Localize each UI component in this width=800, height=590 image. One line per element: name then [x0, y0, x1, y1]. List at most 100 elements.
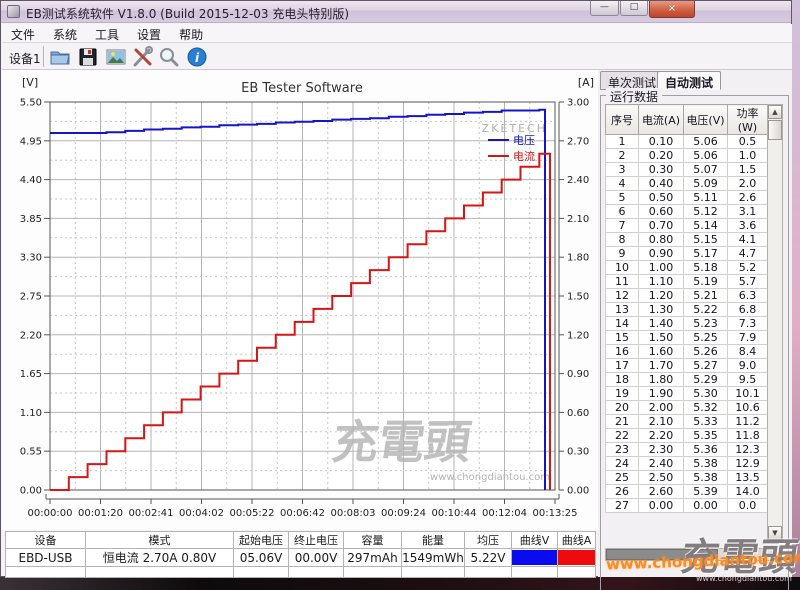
info-icon[interactable]: i	[186, 46, 208, 68]
minimize-button[interactable]: —	[590, 1, 619, 16]
run-table-row[interactable]: 90.905.174.7	[606, 247, 768, 261]
curve-a-cell[interactable]	[558, 549, 596, 567]
horizontal-scrollbar[interactable]	[605, 548, 783, 561]
run-table-row[interactable]: 141.405.237.3	[606, 317, 768, 331]
menu-item-0[interactable]: 文件	[2, 24, 44, 43]
run-table-cell: 13.5	[728, 471, 768, 485]
run-table-cell: 21	[606, 415, 639, 429]
tools-icon[interactable]	[132, 46, 154, 68]
col-avg-voltage: 均压	[465, 532, 512, 549]
horizontal-scrollbar-thumb[interactable]	[606, 549, 718, 560]
run-table-cell: 6	[606, 205, 639, 219]
menu-item-2[interactable]: 工具	[86, 24, 128, 43]
run-table-row[interactable]: 222.205.3511.8	[606, 429, 768, 443]
scroll-up-button[interactable]: ▲	[768, 105, 782, 119]
run-table-row[interactable]: 212.105.3311.2	[606, 415, 768, 429]
run-table-row[interactable]: 151.505.257.9	[606, 331, 768, 345]
run-table-row[interactable]: 270.000.000.0	[606, 499, 768, 513]
summary-empty-row	[6, 567, 596, 578]
run-table-row[interactable]: 70.705.143.6	[606, 219, 768, 233]
start-voltage-value: 05.06V	[234, 549, 289, 567]
svg-text:2.75: 2.75	[20, 292, 42, 303]
svg-text:1.20: 1.20	[567, 330, 589, 341]
run-table-cell: 26	[606, 485, 639, 499]
avg-voltage-value: 5.22V	[465, 549, 512, 567]
menu-item-1[interactable]: 系统	[44, 24, 86, 43]
run-table-cell: 5.11	[684, 191, 728, 205]
run-table-cell: 0.80	[639, 233, 684, 247]
run-table-row[interactable]: 202.005.3210.6	[606, 401, 768, 415]
run-table-row[interactable]: 30.305.071.5	[606, 163, 768, 177]
run-col-header[interactable]: 序号	[606, 105, 639, 135]
run-table-row[interactable]: 121.205.216.3	[606, 289, 768, 303]
toolbar: 设备1	[2, 43, 792, 70]
run-table-row[interactable]: 181.805.299.5	[606, 373, 768, 387]
run-table-cell: 5.38	[684, 457, 728, 471]
run-table-row[interactable]: 262.605.3914.0	[606, 485, 768, 499]
device-tab-label[interactable]: 设备1	[9, 50, 41, 67]
run-table-cell: 5.38	[684, 471, 728, 485]
run-table-header-row: 序号电流(A)电压(V)功率(W)	[606, 105, 768, 135]
run-table-cell: 1	[606, 135, 639, 149]
run-table-row[interactable]: 161.605.268.4	[606, 345, 768, 359]
run-table-cell: 5.36	[684, 443, 728, 457]
run-table-cell: 0.60	[639, 205, 684, 219]
run-table-row[interactable]: 232.305.3612.3	[606, 443, 768, 457]
vertical-scrollbar[interactable]: ▲ ▼	[767, 104, 783, 541]
run-table-cell: 11.2	[728, 415, 768, 429]
svg-text:0.00: 0.00	[567, 486, 589, 497]
app-icon	[7, 5, 20, 18]
run-col-header[interactable]: 电流(A)	[639, 105, 684, 135]
run-table-row[interactable]: 191.905.3010.1	[606, 387, 768, 401]
close-button[interactable]: ×	[649, 1, 695, 18]
run-table-row[interactable]: 10.105.060.5	[606, 135, 768, 149]
run-table-row[interactable]: 20.205.061.0	[606, 149, 768, 163]
open-folder-icon[interactable]	[49, 46, 71, 68]
menu-item-3[interactable]: 设置	[128, 24, 170, 43]
chart-panel: 充電頭www.chongdiantou.comZKETECHEB Tester …	[2, 70, 598, 530]
line-chart: 充電頭www.chongdiantou.comZKETECHEB Tester …	[2, 70, 598, 530]
run-col-header[interactable]: 功率(W)	[728, 105, 768, 135]
run-table-cell: 2.10	[639, 415, 684, 429]
scroll-down-button[interactable]: ▼	[768, 526, 782, 540]
run-table-row[interactable]: 242.405.3812.9	[606, 457, 768, 471]
col-start-voltage: 起始电压	[234, 532, 289, 549]
menu-item-4[interactable]: 帮助	[170, 24, 212, 43]
run-table-cell: 24	[606, 457, 639, 471]
svg-text:00:09:24: 00:09:24	[381, 508, 426, 519]
export-image-icon[interactable]	[105, 46, 127, 68]
run-table-row[interactable]: 101.005.185.2	[606, 261, 768, 275]
svg-text:00:13:25: 00:13:25	[533, 508, 578, 519]
run-table-cell: 5.23	[684, 317, 728, 331]
run-table-cell: 2.00	[639, 401, 684, 415]
run-table-row[interactable]: 50.505.112.6	[606, 191, 768, 205]
svg-text:3.30: 3.30	[20, 253, 42, 264]
scrollbar-thumb[interactable]	[768, 120, 782, 140]
end-voltage-value: 00.00V	[289, 549, 344, 567]
run-table-row[interactable]: 131.305.226.8	[606, 303, 768, 317]
search-icon[interactable]	[158, 46, 180, 68]
summary-data-row[interactable]: EBD-USB 恒电流 2.70A 0.80V 05.06V 00.00V 29…	[6, 549, 596, 567]
tab-auto-test[interactable]: 自动测试	[657, 71, 721, 90]
run-table-row[interactable]: 171.705.279.0	[606, 359, 768, 373]
run-table-cell: 12.9	[728, 457, 768, 471]
maximize-button[interactable]: □	[620, 1, 648, 16]
window-title: EB测试系统软件 V1.8.0 (Build 2015-12-03 充电头特别版…	[26, 5, 349, 22]
run-table-row[interactable]: 80.805.154.1	[606, 233, 768, 247]
run-table-cell: 5.21	[684, 289, 728, 303]
run-data-group-title: 运行数据	[606, 88, 662, 105]
run-table-cell: 1.00	[639, 261, 684, 275]
current-curve-swatch	[558, 550, 595, 565]
run-table-cell: 5.17	[684, 247, 728, 261]
curve-v-cell[interactable]	[512, 549, 558, 567]
svg-text:3.85: 3.85	[20, 214, 42, 225]
run-table-cell: 10.6	[728, 401, 768, 415]
run-table-row[interactable]: 252.505.3813.5	[606, 471, 768, 485]
run-table-row[interactable]: 40.405.092.0	[606, 177, 768, 191]
run-table-row[interactable]: 60.605.123.1	[606, 205, 768, 219]
save-icon[interactable]	[77, 46, 99, 68]
svg-text:电压: 电压	[513, 134, 535, 147]
run-table-row[interactable]: 111.105.195.7	[606, 275, 768, 289]
run-col-header[interactable]: 电压(V)	[684, 105, 728, 135]
svg-text:[A]: [A]	[578, 76, 594, 89]
